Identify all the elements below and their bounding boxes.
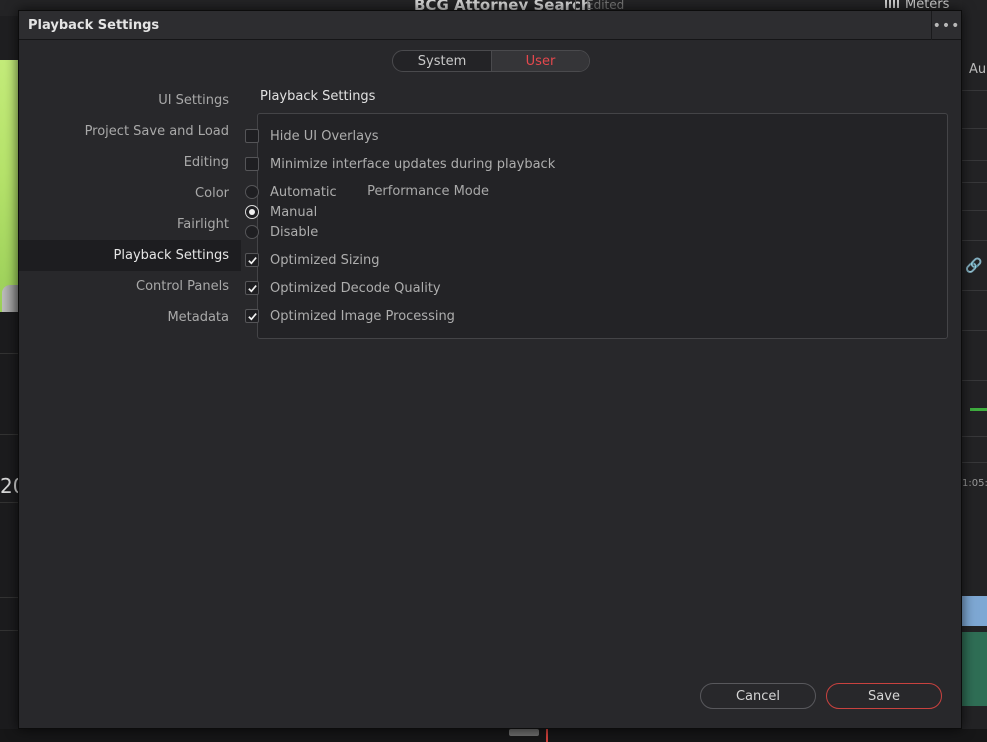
bg-right-panel-label: Au	[969, 62, 987, 77]
bg-divider	[0, 630, 18, 631]
tab-system[interactable]: System	[393, 51, 492, 71]
nav-item-editing[interactable]: Editing	[19, 147, 241, 178]
radio-selected-dot	[249, 209, 255, 215]
bg-audio-clip	[962, 632, 987, 706]
bg-divider	[962, 330, 987, 331]
bg-right-panel	[962, 0, 987, 742]
dialog-title: Playback Settings	[28, 18, 160, 33]
bg-divider	[0, 597, 18, 598]
performance-mode-automatic-row: Automatic	[245, 182, 337, 202]
optimized-sizing-checkbox[interactable]	[245, 253, 259, 267]
optimized-sizing-row: Optimized Sizing	[245, 250, 379, 270]
hide-ui-overlays-label[interactable]: Hide UI Overlays	[270, 129, 379, 144]
optimized-image-checkbox[interactable]	[245, 309, 259, 323]
nav-item-control-panels[interactable]: Control Panels	[19, 271, 241, 302]
minimize-updates-label[interactable]: Minimize interface updates during playba…	[270, 157, 555, 172]
bg-divider	[0, 434, 18, 435]
nav-item-metadata[interactable]: Metadata	[19, 302, 241, 333]
bg-scroll-handle[interactable]	[509, 729, 539, 736]
checkmark-icon	[247, 284, 257, 292]
scope-toggle: System User	[392, 50, 590, 72]
bg-divider	[962, 182, 987, 183]
meters-icon	[885, 0, 899, 8]
bg-divider	[962, 380, 987, 381]
bg-divider	[962, 210, 987, 211]
nav-item-project-save-and-load[interactable]: Project Save and Load	[19, 116, 241, 147]
radio-automatic[interactable]	[245, 185, 259, 199]
more-options-icon[interactable]: •••	[931, 11, 961, 40]
dialog-titlebar: Playback Settings •••	[19, 11, 961, 40]
nav-item-fairlight[interactable]: Fairlight	[19, 209, 241, 240]
hide-ui-overlays-row: Hide UI Overlays	[245, 126, 379, 146]
app-root: BCG Attorney Search Edited Meters 20 Au …	[0, 0, 987, 742]
minimize-updates-row: Minimize interface updates during playba…	[245, 154, 555, 174]
section-title: Playback Settings	[260, 89, 376, 104]
minimize-updates-checkbox[interactable]	[245, 157, 259, 171]
radio-automatic-label[interactable]: Automatic	[270, 185, 337, 200]
optimized-decode-row: Optimized Decode Quality	[245, 278, 441, 298]
optimized-decode-label[interactable]: Optimized Decode Quality	[270, 281, 441, 296]
settings-nav: UI Settings Project Save and Load Editin…	[19, 85, 241, 333]
optimized-decode-checkbox[interactable]	[245, 281, 259, 295]
radio-manual-label[interactable]: Manual	[270, 205, 317, 220]
performance-mode-label: Performance Mode	[367, 184, 489, 199]
bg-audio-level	[970, 408, 987, 411]
radio-disable[interactable]	[245, 225, 259, 239]
bg-divider	[0, 353, 18, 354]
radio-disable-label[interactable]: Disable	[270, 225, 318, 240]
bg-left-panel	[0, 312, 18, 742]
performance-mode-manual-row: Manual	[245, 202, 317, 222]
bg-divider	[962, 436, 987, 437]
radio-manual[interactable]	[245, 205, 259, 219]
save-button[interactable]: Save	[826, 683, 942, 709]
tab-user[interactable]: User	[492, 51, 589, 71]
bg-video-clip	[962, 596, 987, 626]
cancel-button[interactable]: Cancel	[700, 683, 816, 709]
bg-divider	[962, 240, 987, 241]
nav-item-ui-settings[interactable]: UI Settings	[19, 85, 241, 116]
bg-divider	[962, 90, 987, 91]
bg-right-timecode: 1:05:	[962, 478, 987, 489]
optimized-image-row: Optimized Image Processing	[245, 306, 455, 326]
bg-divider	[962, 462, 987, 463]
nav-item-color[interactable]: Color	[19, 178, 241, 209]
nav-item-playback-settings[interactable]: Playback Settings	[19, 240, 241, 271]
link-icon[interactable]: 🔗	[965, 258, 982, 274]
checkmark-icon	[247, 312, 257, 320]
performance-mode-disable-row: Disable	[245, 222, 318, 242]
checkmark-icon	[247, 256, 257, 264]
preferences-dialog: Playback Settings ••• System User UI Set…	[18, 10, 962, 729]
optimized-image-label[interactable]: Optimized Image Processing	[270, 309, 455, 324]
bg-divider	[962, 290, 987, 291]
optimized-sizing-label[interactable]: Optimized Sizing	[270, 253, 379, 268]
bg-divider	[0, 502, 18, 503]
bg-divider	[962, 128, 987, 129]
bg-playhead	[546, 729, 548, 742]
bg-divider	[962, 160, 987, 161]
hide-ui-overlays-checkbox[interactable]	[245, 129, 259, 143]
bg-bottom-bar	[0, 729, 987, 742]
bg-viewer-thumbnail	[0, 60, 18, 365]
